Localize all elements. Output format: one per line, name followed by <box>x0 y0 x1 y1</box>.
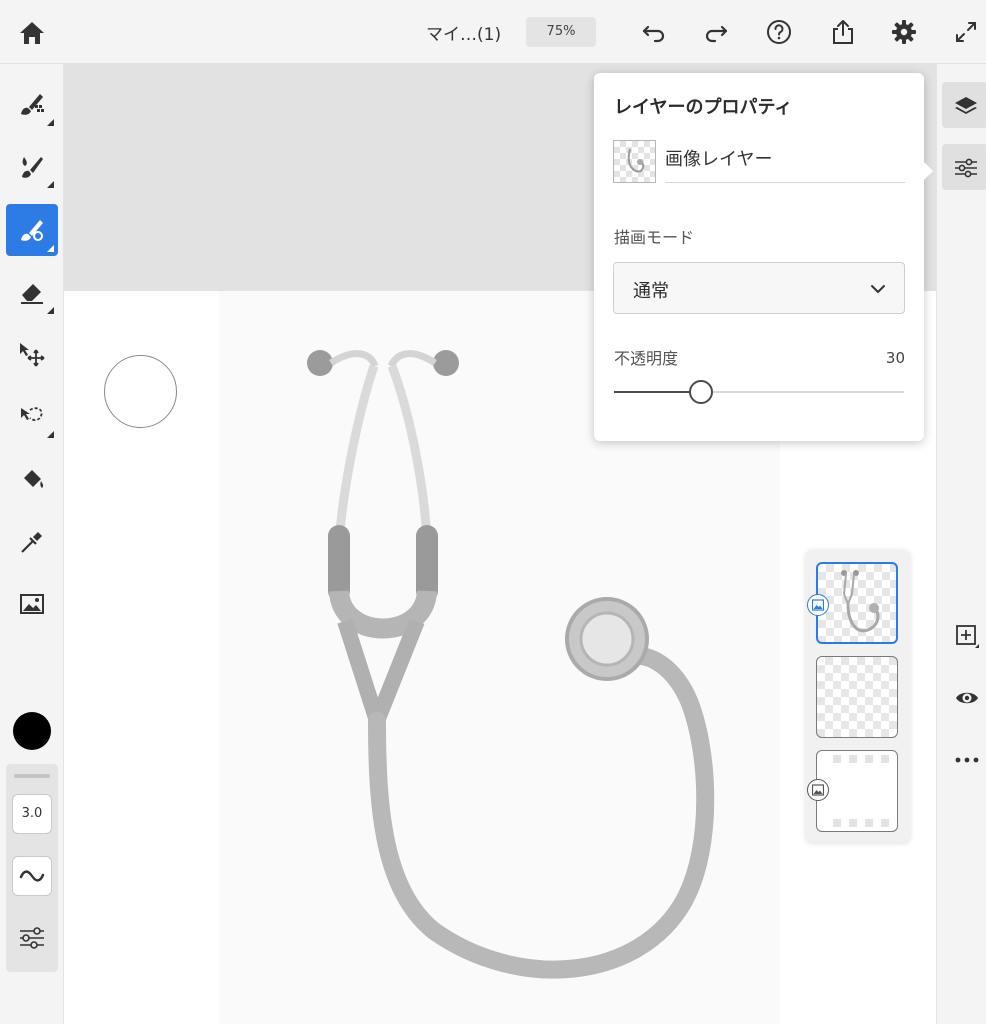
wave-icon <box>19 870 45 882</box>
smoothing-button[interactable] <box>12 856 52 896</box>
sliders-icon <box>955 158 977 178</box>
more-options-indicator <box>47 431 54 438</box>
live-brush-tool[interactable] <box>6 140 58 192</box>
image-icon <box>812 784 824 796</box>
zoom-level[interactable]: 75% <box>526 17 596 47</box>
opacity-value[interactable]: 30 <box>886 349 905 367</box>
move-transform-icon <box>20 343 45 367</box>
brush-settings-icon[interactable] <box>18 924 46 952</box>
layers-button[interactable] <box>942 82 986 128</box>
layer-properties-button[interactable] <box>942 144 986 190</box>
left-toolbar: 3.0 <box>0 64 64 1024</box>
brush-cursor <box>104 355 177 428</box>
layers-icon <box>955 97 977 114</box>
gear-icon[interactable] <box>890 18 918 46</box>
image-icon <box>812 599 824 611</box>
brush-size-value[interactable]: 3.0 <box>12 794 52 834</box>
opacity-slider-thumb[interactable] <box>689 380 713 404</box>
top-bar: マイ…(1) 75% <box>0 0 986 64</box>
visibility-icon[interactable] <box>955 686 979 710</box>
image-place-tool[interactable] <box>6 578 58 630</box>
popover-arrow <box>923 161 933 181</box>
undo-icon[interactable] <box>640 18 668 46</box>
layers-panel <box>806 550 910 842</box>
eyedropper-tool[interactable] <box>6 516 58 568</box>
blend-mode-value: 通常 <box>633 281 669 302</box>
layer-thumbnail-empty[interactable] <box>816 656 898 738</box>
layer-properties-popover: レイヤーのプロパティ 画像レイヤー 描画モード 通常 不透明度 30 <box>594 73 933 441</box>
more-icon[interactable] <box>955 748 979 772</box>
lasso-selection-tool[interactable] <box>6 390 58 442</box>
more-options-indicator <box>47 119 54 126</box>
fullscreen-icon[interactable] <box>952 18 980 46</box>
blend-mode-label: 描画モード <box>614 228 695 247</box>
vector-brush-icon <box>21 220 43 241</box>
eraser-icon <box>21 284 43 304</box>
eyedropper-icon <box>21 532 42 553</box>
pixel-brush-icon <box>21 94 44 115</box>
background-preview <box>833 755 889 827</box>
chevron-down-icon <box>871 285 885 293</box>
more-options-indicator <box>47 307 54 314</box>
home-icon[interactable] <box>18 20 46 46</box>
blend-mode-dropdown[interactable]: 通常 <box>613 262 905 314</box>
more-options-indicator <box>47 245 54 252</box>
stethoscope-layer-preview <box>841 570 880 633</box>
redo-icon[interactable] <box>702 18 730 46</box>
fill-tool[interactable] <box>6 454 58 506</box>
stethoscope-thumbnail <box>627 148 645 173</box>
layer-thumbnail <box>613 140 656 183</box>
eraser-tool[interactable] <box>6 266 58 318</box>
opacity-slider-fill <box>614 391 701 393</box>
help-icon[interactable] <box>765 18 793 46</box>
opacity-label: 不透明度 <box>614 349 679 368</box>
image-layer-badge <box>807 779 829 801</box>
vector-brush-tool[interactable] <box>6 204 58 256</box>
popover-title: レイヤーのプロパティ <box>614 97 793 118</box>
panel-handle[interactable] <box>14 774 50 778</box>
fill-bucket-icon <box>24 470 44 488</box>
layer-name-field[interactable]: 画像レイヤー <box>665 143 905 183</box>
opacity-slider[interactable] <box>614 380 904 404</box>
live-brush-icon <box>22 157 43 178</box>
pixel-brush-tool[interactable] <box>6 78 58 130</box>
add-layer-icon[interactable] <box>955 624 979 648</box>
share-icon[interactable] <box>829 18 857 46</box>
right-rail <box>936 64 986 1024</box>
image-layer-badge <box>807 594 829 616</box>
document-title[interactable]: マイ…(1) <box>426 20 501 45</box>
lasso-selection-icon <box>21 407 43 421</box>
more-options-indicator <box>47 181 54 188</box>
brush-settings-panel: 3.0 <box>6 764 58 972</box>
image-place-icon <box>20 594 44 614</box>
move-transform-tool[interactable] <box>6 328 58 380</box>
brush-color-swatch[interactable] <box>13 712 51 750</box>
